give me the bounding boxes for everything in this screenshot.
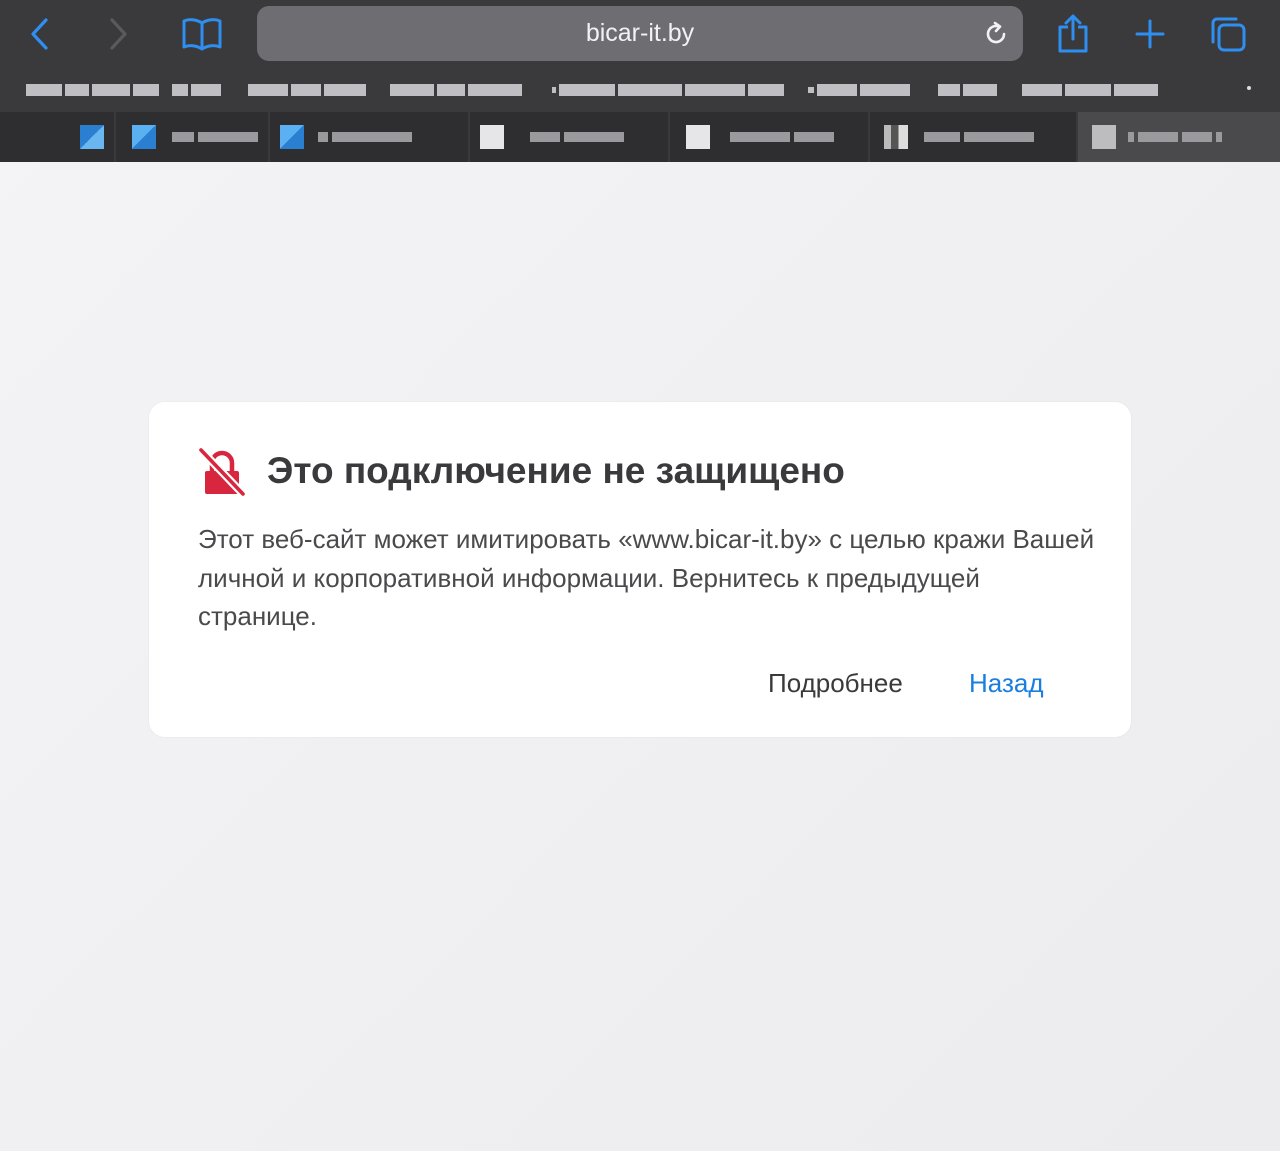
browser-tab[interactable] [670, 112, 870, 162]
security-warning-card: Это подключение не защищено Этот веб-сай… [149, 402, 1131, 737]
tab-title [924, 132, 1034, 142]
tab-title [172, 132, 258, 142]
browser-tab[interactable] [870, 112, 1078, 162]
favorites-overflow-dot[interactable] [1247, 86, 1251, 90]
browser-tab-active[interactable] [1078, 112, 1280, 162]
tabs-icon [1211, 17, 1246, 52]
reload-button[interactable] [981, 19, 1011, 49]
tab-title [730, 132, 834, 142]
book-icon [182, 18, 222, 51]
tab-favicon [1092, 125, 1116, 149]
forward-button[interactable] [98, 14, 138, 54]
tab-title [318, 132, 412, 142]
browser-tab[interactable] [116, 112, 270, 162]
address-bar[interactable]: bicar-it.by [257, 6, 1023, 61]
new-tab-button[interactable] [1130, 14, 1170, 54]
tab-favicon [280, 125, 304, 149]
tab-title [530, 132, 624, 142]
favorite-link[interactable] [248, 82, 366, 98]
details-button[interactable]: Подробнее [768, 668, 903, 699]
bookmarks-button[interactable] [182, 14, 222, 54]
browser-tab[interactable] [470, 112, 670, 162]
share-button[interactable] [1053, 14, 1093, 54]
back-button[interactable] [20, 14, 60, 54]
browser-toolbar: bicar-it.by [0, 0, 1280, 68]
reload-icon [986, 21, 1006, 44]
plus-icon [1135, 19, 1165, 49]
tab-favicon [80, 125, 104, 149]
favorite-link[interactable] [552, 82, 784, 98]
go-back-button[interactable]: Назад [969, 668, 1044, 699]
chevron-right-icon [110, 18, 127, 50]
favorite-link[interactable] [938, 82, 997, 98]
favorite-link[interactable] [26, 82, 159, 98]
tab-favicon [480, 125, 504, 149]
url-text[interactable]: bicar-it.by [257, 6, 1023, 61]
tab-favicon [884, 125, 908, 149]
tab-favicon [132, 125, 156, 149]
chevron-left-icon [31, 18, 48, 50]
share-icon [1058, 14, 1088, 53]
favorite-link[interactable] [390, 82, 522, 98]
warning-message: Этот веб-сайт может имитировать «www.bic… [198, 524, 1095, 631]
broken-lock-icon [197, 448, 247, 498]
browser-tab[interactable] [270, 112, 470, 162]
tabs-overview-button[interactable] [1208, 14, 1248, 54]
tab-favicon [686, 125, 710, 149]
favorites-bar [0, 68, 1280, 112]
favorite-link[interactable] [808, 82, 910, 98]
favorite-link[interactable] [1022, 82, 1158, 98]
tab-title [1128, 132, 1222, 142]
tab-bar [0, 112, 1280, 162]
browser-tab[interactable] [0, 112, 116, 162]
favorite-link[interactable] [172, 82, 221, 98]
warning-title: Это подключение не защищено [267, 450, 845, 491]
